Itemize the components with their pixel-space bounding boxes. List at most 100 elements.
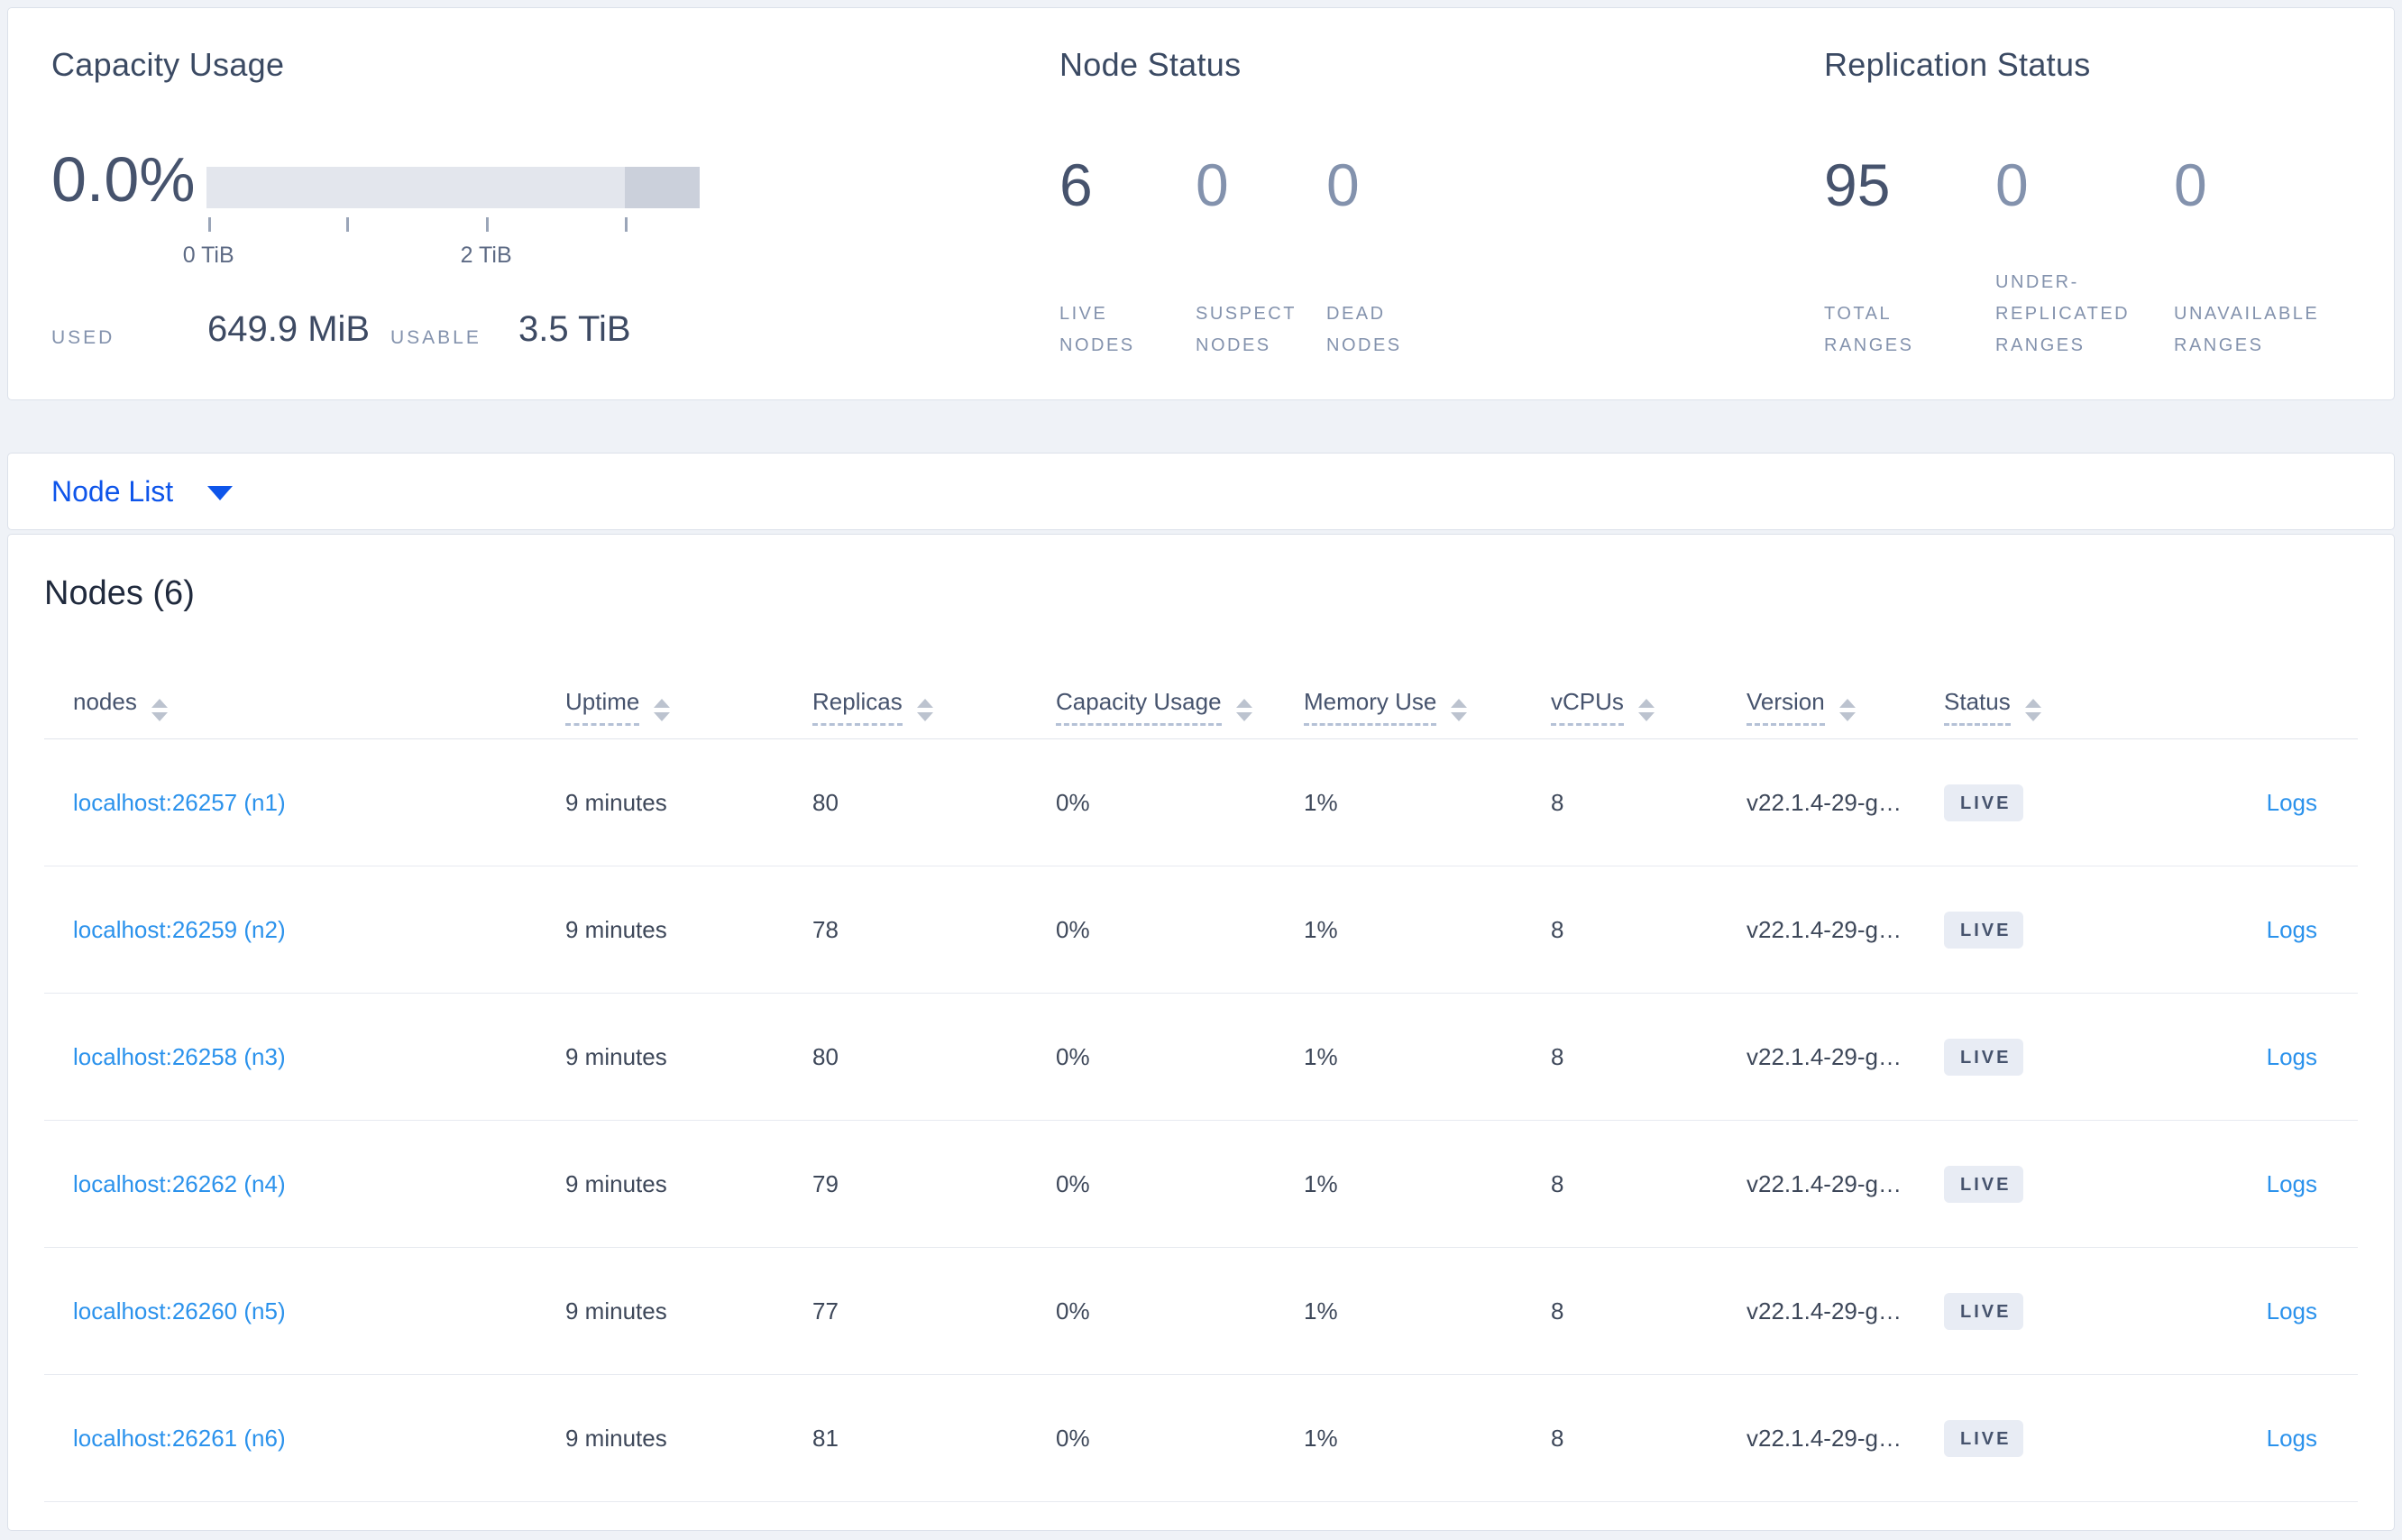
capacity-usage-cell: 0% <box>1056 1169 1090 1197</box>
version-cell: v22.1.4-29-g… <box>1746 788 1902 816</box>
memory-use-cell: 1% <box>1304 1424 1338 1452</box>
replicas-cell: 80 <box>812 788 839 816</box>
capacity-usage-cell: 0% <box>1056 1042 1090 1070</box>
nodes-table-title: Nodes (6) <box>44 574 195 612</box>
column-header-label: Replicas <box>812 687 903 726</box>
suspect-nodes-value: 0 <box>1196 151 1229 218</box>
node-link[interactable]: localhost:26261 (n6) <box>73 1425 286 1452</box>
status-badge: LIVE <box>1944 1419 2024 1457</box>
overview-page: Capacity Usage 0.0% 0 TiB 2 TiB USED 649.… <box>0 0 2402 1540</box>
nodes-table-card: Nodes (6) nodes Uptime Replicas Capacity Us… <box>7 534 2395 1531</box>
node-list-dropdown[interactable]: Node List <box>7 453 2395 530</box>
column-header-version[interactable]: Version <box>1746 687 1944 726</box>
unavailable-ranges-value: 0 <box>2174 151 2207 218</box>
sort-icon <box>1451 698 1468 721</box>
under-replicated-ranges-label: UNDER- REPLICATED RANGES <box>1995 272 2131 355</box>
column-header-label: Version <box>1746 687 1825 726</box>
table-row: localhost:26261 (n6) 9 minutes 81 0% 1% … <box>44 1375 2358 1502</box>
sort-icon <box>1838 698 1856 721</box>
sort-icon <box>2024 698 2041 721</box>
capacity-bar-segment <box>624 167 700 208</box>
column-header-vcpus[interactable]: vCPUs <box>1551 687 1746 726</box>
vcpus-cell: 8 <box>1551 1297 1564 1325</box>
node-link[interactable]: localhost:26258 (n3) <box>73 1043 286 1070</box>
capacity-usage-cell: 0% <box>1056 1297 1090 1325</box>
status-badge: LIVE <box>1944 1038 2024 1076</box>
capacity-usage-cell: 0% <box>1056 1424 1090 1452</box>
column-header-capacity-usage[interactable]: Capacity Usage <box>1056 687 1304 726</box>
sort-icon <box>151 698 168 721</box>
logs-link[interactable]: Logs <box>2267 1170 2317 1197</box>
used-label: USED <box>51 327 115 348</box>
replicas-cell: 78 <box>812 915 839 943</box>
column-header-replicas[interactable]: Replicas <box>812 687 1056 726</box>
total-ranges-value: 95 <box>1824 151 1891 218</box>
version-cell: v22.1.4-29-g… <box>1746 1297 1902 1325</box>
uptime-cell: 9 minutes <box>565 1424 667 1452</box>
memory-use-cell: 1% <box>1304 1169 1338 1197</box>
vcpus-cell: 8 <box>1551 1042 1564 1070</box>
unavailable-ranges-label: UNAVAILABLE RANGES <box>2174 304 2320 355</box>
column-header-nodes[interactable]: nodes <box>44 688 565 721</box>
status-badge: LIVE <box>1944 1165 2024 1203</box>
status-badge: LIVE <box>1944 1292 2024 1330</box>
suspect-nodes-label: SUSPECT NODES <box>1196 304 1297 355</box>
column-header-status[interactable]: Status <box>1944 687 2151 726</box>
dead-nodes-metric: 0 DEAD NODES <box>1326 8 1498 401</box>
table-row: localhost:26260 (n5) 9 minutes 77 0% 1% … <box>44 1248 2358 1375</box>
capacity-bar-axis: 0 TiB 2 TiB <box>183 217 700 282</box>
capacity-bar <box>206 167 700 208</box>
column-header-memory-use[interactable]: Memory Use <box>1304 687 1551 726</box>
dead-nodes-value: 0 <box>1326 151 1360 218</box>
vcpus-cell: 8 <box>1551 915 1564 943</box>
column-header-label: Capacity Usage <box>1056 687 1222 726</box>
total-ranges-label: TOTAL RANGES <box>1824 304 1914 355</box>
logs-link[interactable]: Logs <box>2267 1297 2317 1325</box>
replicas-cell: 77 <box>812 1297 839 1325</box>
axis-tick <box>208 217 212 232</box>
node-link[interactable]: localhost:26257 (n1) <box>73 789 286 816</box>
memory-use-cell: 1% <box>1304 1042 1338 1070</box>
node-link[interactable]: localhost:26262 (n4) <box>73 1170 286 1197</box>
table-row: localhost:26259 (n2) 9 minutes 78 0% 1% … <box>44 866 2358 994</box>
uptime-cell: 9 minutes <box>565 788 667 816</box>
replicas-cell: 81 <box>812 1424 839 1452</box>
usable-label: USABLE <box>390 327 481 348</box>
node-list-dropdown-label: Node List <box>51 474 174 508</box>
dead-nodes-label: DEAD NODES <box>1326 304 1402 355</box>
logs-link[interactable]: Logs <box>2267 1425 2317 1452</box>
capacity-usage-cell: 0% <box>1056 788 1090 816</box>
usable-value: 3.5 TiB <box>518 309 631 349</box>
version-cell: v22.1.4-29-g… <box>1746 915 1902 943</box>
sort-icon <box>1235 698 1252 721</box>
node-link[interactable]: localhost:26259 (n2) <box>73 916 286 943</box>
vcpus-cell: 8 <box>1551 1424 1564 1452</box>
vcpus-cell: 8 <box>1551 1169 1564 1197</box>
table-body: localhost:26257 (n1) 9 minutes 80 0% 1% … <box>44 739 2358 1502</box>
capacity-usage-title: Capacity Usage <box>51 46 285 83</box>
logs-link[interactable]: Logs <box>2267 789 2317 816</box>
uptime-cell: 9 minutes <box>565 1042 667 1070</box>
status-badge: LIVE <box>1944 911 2024 949</box>
sort-icon <box>654 698 671 721</box>
live-nodes-label: LIVE NODES <box>1059 304 1135 355</box>
capacity-bar-segment <box>206 167 625 208</box>
vcpus-cell: 8 <box>1551 788 1564 816</box>
axis-tick <box>345 217 349 232</box>
axis-tick <box>624 217 628 232</box>
capacity-usage-cell: 0% <box>1056 915 1090 943</box>
column-header-label: Memory Use <box>1304 687 1437 726</box>
under-replicated-ranges-value: 0 <box>1995 151 2029 218</box>
memory-use-cell: 1% <box>1304 788 1338 816</box>
replicas-cell: 80 <box>812 1042 839 1070</box>
node-link[interactable]: localhost:26260 (n5) <box>73 1297 286 1325</box>
chevron-down-icon <box>207 486 234 500</box>
logs-link[interactable]: Logs <box>2267 1043 2317 1070</box>
column-header-uptime[interactable]: Uptime <box>565 687 812 726</box>
memory-use-cell: 1% <box>1304 1297 1338 1325</box>
unavailable-ranges-metric: 0 UNAVAILABLE RANGES <box>2174 8 2345 401</box>
sort-icon <box>916 698 933 721</box>
logs-link[interactable]: Logs <box>2267 916 2317 943</box>
column-header-label: Uptime <box>565 687 640 726</box>
version-cell: v22.1.4-29-g… <box>1746 1042 1902 1070</box>
